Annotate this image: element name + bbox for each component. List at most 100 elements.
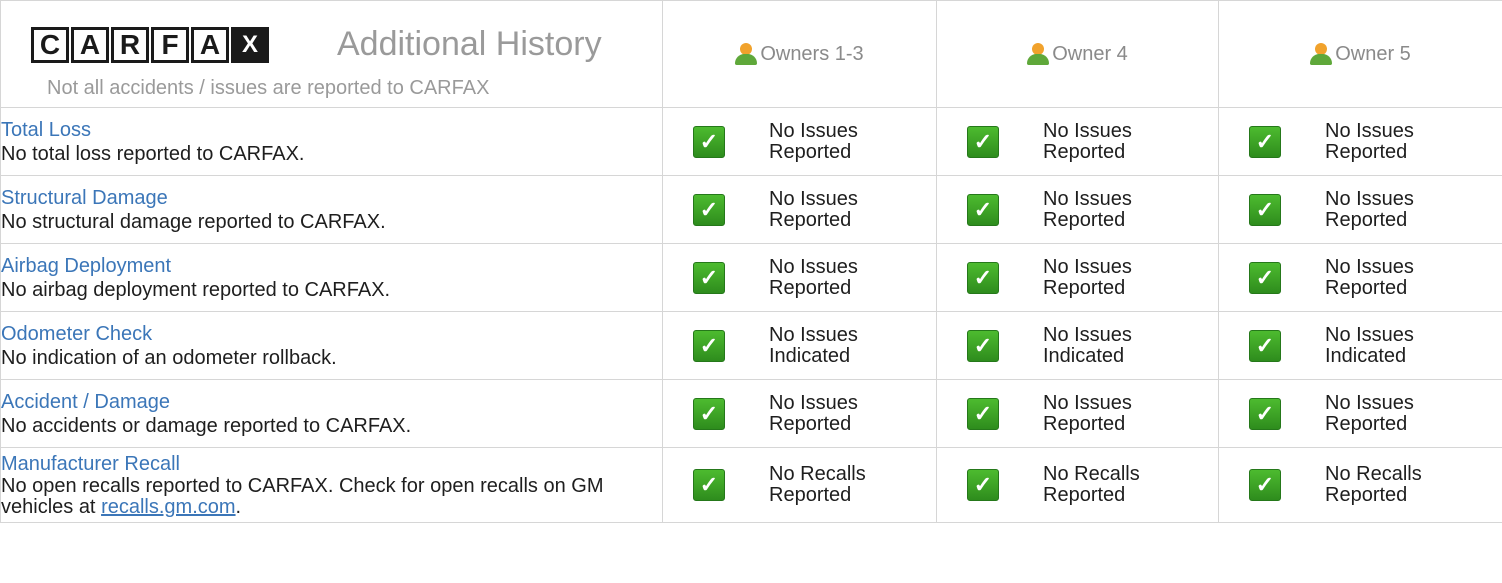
- green-check-icon: ✓: [1249, 329, 1281, 362]
- status-line: Reported: [1043, 208, 1126, 231]
- status-cell: ✓ No Issues Reported: [936, 379, 1219, 448]
- status-cell: ✓ No Issues Indicated: [936, 311, 1219, 380]
- green-check-icon: ✓: [967, 329, 999, 362]
- table-row: Total Loss No total loss reported to CAR…: [0, 107, 1502, 176]
- green-check-icon: ✓: [693, 125, 725, 158]
- status-cell: ✓ No Issues Reported: [662, 107, 937, 176]
- logo-letter: R: [111, 27, 149, 63]
- item-description: No accidents or damage reported to CARFA…: [1, 414, 412, 437]
- section-subtitle: Not all accidents / issues are reported …: [47, 77, 490, 99]
- person-icon: [735, 43, 758, 65]
- status-line: No Issues: [1043, 187, 1132, 210]
- green-check-icon: ✓: [693, 469, 725, 501]
- owner-column-header: Owners 1-3: [662, 0, 937, 108]
- owner-column-header: Owner 5: [1218, 0, 1502, 108]
- item-title-link[interactable]: Airbag Deployment: [1, 254, 662, 278]
- recalls-link[interactable]: recalls.gm.com: [101, 496, 235, 518]
- status-line: Reported: [769, 412, 852, 435]
- green-check-icon: ✓: [1249, 125, 1281, 158]
- status-cell: ✓ No Issues Reported: [1218, 379, 1502, 448]
- green-check-icon: ✓: [1249, 261, 1281, 294]
- status-line: No Recalls: [769, 463, 866, 485]
- status-line: No Issues: [769, 187, 858, 210]
- item-title-link[interactable]: Manufacturer Recall: [1, 452, 662, 476]
- additional-history-panel: C A R F A X Additional History Not all a…: [0, 0, 1502, 583]
- status-cell: ✓ No Issues Reported: [1218, 107, 1502, 176]
- status-cell: ✓ No Recalls Reported: [662, 447, 937, 523]
- status-cell: ✓ No Issues Reported: [662, 175, 937, 244]
- status-line: No Issues: [769, 119, 858, 142]
- logo-letter: C: [31, 27, 69, 63]
- status-cell: ✓ No Recalls Reported: [936, 447, 1219, 523]
- green-check-icon: ✓: [967, 469, 999, 501]
- table-row: Manufacturer Recall No open recalls repo…: [0, 447, 1502, 523]
- owner-label: Owners 1-3: [760, 42, 864, 65]
- item-description: No indication of an odometer rollback.: [1, 346, 337, 369]
- status-cell: ✓ No Issues Indicated: [1218, 311, 1502, 380]
- status-line: Reported: [769, 140, 852, 163]
- status-line: Reported: [769, 276, 852, 299]
- owner-label: Owner 5: [1335, 42, 1411, 65]
- history-item: Total Loss No total loss reported to CAR…: [0, 107, 663, 176]
- status-line: No Issues: [769, 255, 858, 278]
- logo-letter: A: [71, 27, 109, 63]
- table-header-row: C A R F A X Additional History Not all a…: [0, 0, 1502, 108]
- green-check-icon: ✓: [693, 261, 725, 294]
- item-title-link[interactable]: Accident / Damage: [1, 390, 662, 414]
- green-check-icon: ✓: [967, 125, 999, 158]
- status-line: Reported: [1043, 140, 1126, 163]
- item-description-text: No open recalls reported to CARFAX. Chec…: [1, 475, 604, 518]
- item-description: No total loss reported to CARFAX.: [1, 142, 305, 165]
- history-item: Airbag Deployment No airbag deployment r…: [0, 243, 663, 312]
- status-line: No Issues: [1043, 119, 1132, 142]
- status-line: Indicated: [1325, 344, 1407, 367]
- status-line: Reported: [1325, 412, 1408, 435]
- history-item: Manufacturer Recall No open recalls repo…: [0, 447, 663, 523]
- table-row: Odometer Check No indication of an odome…: [0, 311, 1502, 380]
- table-row: Airbag Deployment No airbag deployment r…: [0, 243, 1502, 312]
- status-line: No Recalls: [1325, 463, 1422, 485]
- person-icon: [1027, 43, 1050, 65]
- green-check-icon: ✓: [1249, 469, 1281, 501]
- history-item: Odometer Check No indication of an odome…: [0, 311, 663, 380]
- status-cell: ✓ No Issues Indicated: [662, 311, 937, 380]
- green-check-icon: ✓: [693, 329, 725, 362]
- logo-letter: X: [231, 27, 269, 63]
- status-line: Reported: [769, 208, 852, 231]
- item-title-link[interactable]: Odometer Check: [1, 322, 662, 346]
- owner-label: Owner 4: [1052, 42, 1128, 65]
- table-row: Accident / Damage No accidents or damage…: [0, 379, 1502, 448]
- item-title-link[interactable]: Structural Damage: [1, 186, 662, 210]
- status-cell: ✓ No Recalls Reported: [1218, 447, 1502, 523]
- logo-letter: F: [151, 27, 189, 63]
- status-line: No Recalls: [1043, 463, 1140, 485]
- green-check-icon: ✓: [967, 193, 999, 226]
- green-check-icon: ✓: [1249, 397, 1281, 430]
- status-line: Reported: [1043, 484, 1126, 506]
- status-cell: ✓ No Issues Reported: [936, 107, 1219, 176]
- item-description: No airbag deployment reported to CARFAX.: [1, 278, 391, 301]
- status-line: No Issues: [1325, 323, 1414, 346]
- green-check-icon: ✓: [967, 397, 999, 430]
- carfax-logo: C A R F A X: [31, 27, 271, 63]
- status-cell: ✓ No Issues Reported: [1218, 243, 1502, 312]
- status-cell: ✓ No Issues Reported: [936, 243, 1219, 312]
- status-line: Indicated: [1043, 344, 1125, 367]
- header-cell: C A R F A X Additional History Not all a…: [0, 0, 663, 108]
- green-check-icon: ✓: [1249, 193, 1281, 226]
- status-line: Reported: [1043, 276, 1126, 299]
- status-cell: ✓ No Issues Reported: [936, 175, 1219, 244]
- section-title: Additional History: [337, 25, 602, 63]
- status-line: Reported: [1325, 484, 1408, 506]
- history-item: Structural Damage No structural damage r…: [0, 175, 663, 244]
- status-line: Reported: [1325, 140, 1408, 163]
- status-line: No Issues: [1043, 255, 1132, 278]
- history-table: C A R F A X Additional History Not all a…: [0, 0, 1502, 523]
- status-line: No Issues: [1043, 323, 1132, 346]
- status-cell: ✓ No Issues Reported: [662, 379, 937, 448]
- item-title-link[interactable]: Total Loss: [1, 118, 662, 142]
- owner-column-header: Owner 4: [936, 0, 1219, 108]
- table-row: Structural Damage No structural damage r…: [0, 175, 1502, 244]
- green-check-icon: ✓: [967, 261, 999, 294]
- status-line: Reported: [769, 484, 852, 506]
